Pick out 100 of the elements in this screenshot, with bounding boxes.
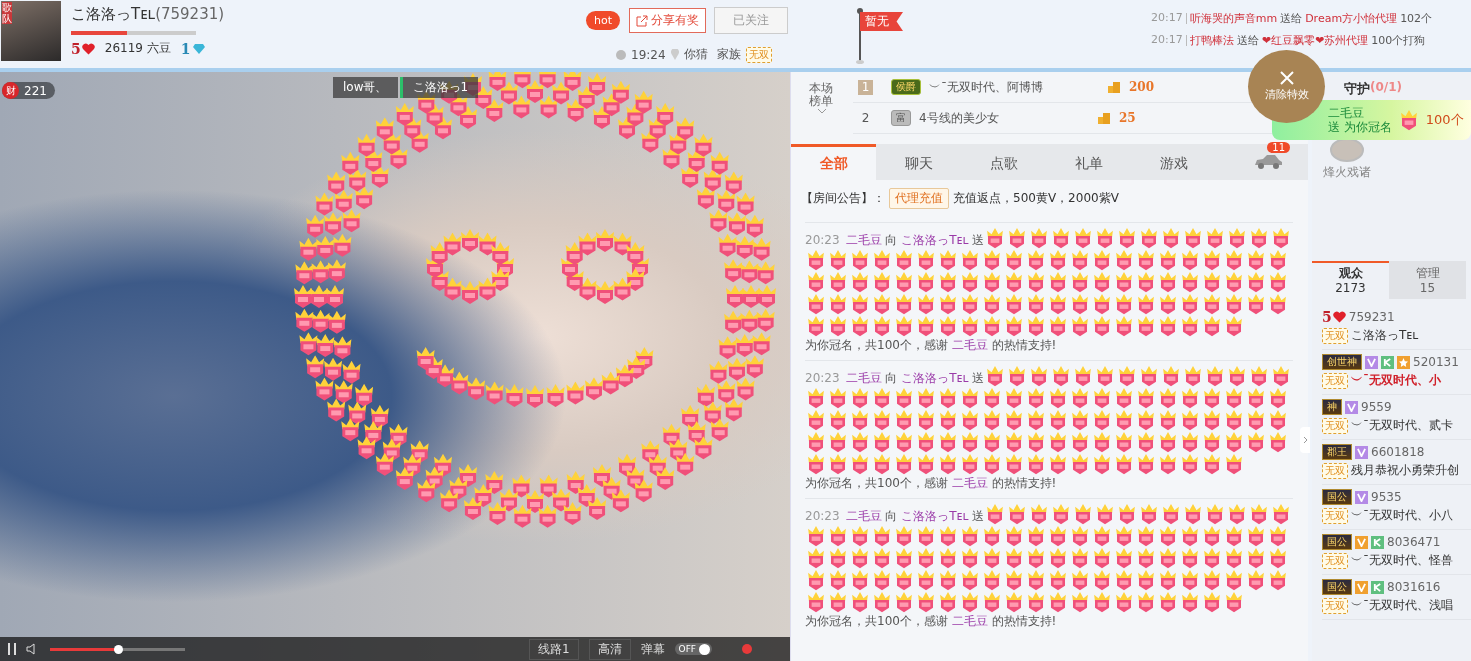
crown-icon: [938, 432, 958, 453]
message-text: 的热情支持!: [991, 476, 1057, 490]
crown-icon: [1158, 548, 1178, 569]
chat-tab[interactable]: 游戏: [1131, 144, 1216, 180]
crown-icon: [1268, 250, 1288, 271]
crown-icon: [1070, 410, 1090, 431]
live-time: 19:24: [631, 47, 666, 62]
crown-icon: [850, 294, 870, 315]
volume-slider[interactable]: [50, 647, 185, 651]
crown-icon: [982, 570, 1002, 591]
crown-icon: [1224, 454, 1244, 475]
crown-icon: [1114, 454, 1134, 475]
family-tag: 无双: [1322, 552, 1348, 569]
receiver-name[interactable]: こ洛洛っTᴇʟ: [901, 509, 969, 523]
crown-icon: [1070, 454, 1090, 475]
crown-icon: [1224, 432, 1244, 453]
crown-icon: [1004, 570, 1024, 591]
crown-icon: [806, 410, 826, 431]
diamond-icon: [191, 42, 206, 55]
rank-title-badge: 神: [1322, 399, 1342, 415]
user-level: 5: [1322, 309, 1346, 325]
crown-icon: [1268, 526, 1288, 547]
crown-icon: [916, 272, 936, 293]
crown-icon: [982, 294, 1002, 315]
crown-icon: [1004, 316, 1024, 337]
crown-icon: [1004, 410, 1024, 431]
crown-icon: [1026, 454, 1046, 475]
crown-icon: [1136, 526, 1156, 547]
crown-icon: [1114, 250, 1134, 271]
crown-icon: [1268, 548, 1288, 569]
sender-name[interactable]: 二毛豆: [951, 476, 988, 490]
chevron-down-icon[interactable]: [817, 108, 827, 114]
car-icon[interactable]: [1253, 155, 1283, 169]
crown-icon: [1114, 570, 1134, 591]
crown-icon: [1246, 294, 1266, 315]
chat-tab[interactable]: 点歌: [961, 144, 1046, 180]
ticker-verb: 送给: [1236, 33, 1259, 48]
crown-icon: [960, 294, 980, 315]
collapse-handle[interactable]: [1300, 427, 1310, 453]
crown-icon: [850, 592, 870, 613]
crown-icon: [1202, 250, 1222, 271]
crown-icon: [1026, 526, 1046, 547]
crown-icon: [1004, 272, 1024, 293]
crown-icon: [1180, 454, 1200, 475]
ticker-time: 20:17: [1151, 11, 1183, 26]
message-text: 向: [885, 371, 898, 385]
chat-tab[interactable]: 聊天: [876, 144, 961, 180]
audience-tab[interactable]: 管理 15: [1389, 261, 1466, 299]
room-id: (759231): [155, 5, 225, 23]
crown-icon: [1161, 504, 1182, 525]
line-button[interactable]: 线路1: [528, 638, 579, 660]
crown-icon: [1158, 272, 1178, 293]
crown-icon: [872, 410, 892, 431]
crown-icon: [982, 432, 1002, 453]
sender-name[interactable]: 二毛豆: [951, 614, 988, 628]
receiver-name[interactable]: こ洛洛っTᴇʟ: [901, 371, 969, 385]
crown-icon: [1026, 250, 1046, 271]
crown-icon: [872, 454, 892, 475]
quality-button[interactable]: 高清: [588, 638, 631, 660]
record-icon[interactable]: [742, 644, 752, 654]
crown-icon: [982, 250, 1002, 271]
crown-icon: [1114, 316, 1134, 337]
crown-icon: [1070, 388, 1090, 409]
pause-icon[interactable]: [8, 643, 16, 655]
crown-icon: [1246, 432, 1266, 453]
message-text: 向: [885, 233, 898, 247]
chat-tab[interactable]: 全部: [791, 144, 876, 180]
crown-icon: [894, 410, 914, 431]
crown-icon: [1205, 228, 1226, 249]
user-name: 残月恭祝小勇荣升创: [1351, 462, 1459, 479]
chat-tab[interactable]: 礼单: [1046, 144, 1131, 180]
crown-icon: [960, 388, 980, 409]
receiver-name[interactable]: こ洛洛っTᴇʟ: [901, 233, 969, 247]
sender-name[interactable]: 二毛豆: [951, 338, 988, 352]
crown-icon: [1271, 228, 1292, 249]
notice-tag: 代理充值: [889, 187, 949, 209]
message-text: 向: [885, 509, 898, 523]
crown-icon: [960, 454, 980, 475]
crown-icon: [1136, 570, 1156, 591]
crown-icon: [1224, 592, 1244, 613]
user-name: ︶ˉ无双时代、贰卡: [1351, 417, 1453, 434]
crown-icon: [1048, 316, 1068, 337]
sender-name[interactable]: 二毛豆: [845, 509, 882, 523]
crown-icon: [1114, 272, 1134, 293]
crown-icon: [1114, 410, 1134, 431]
notice-label: 【房间公告】：: [801, 189, 885, 207]
crown-icon: [1205, 366, 1226, 387]
crown-icon: [960, 570, 980, 591]
crown-icon: [828, 272, 848, 293]
share-button[interactable]: 分享有奖: [629, 8, 706, 33]
crown-icon: [1180, 410, 1200, 431]
crown-icon: [1246, 250, 1266, 271]
coins-icon: [1107, 80, 1121, 94]
crown-icon: [916, 454, 936, 475]
sender-name[interactable]: 二毛豆: [845, 371, 882, 385]
danmaku-switch[interactable]: OFF: [674, 643, 712, 655]
sender-name[interactable]: 二毛豆: [845, 233, 882, 247]
crown-icon: [1158, 388, 1178, 409]
family-tag: 无双: [745, 46, 772, 63]
crown-icon: [916, 294, 936, 315]
